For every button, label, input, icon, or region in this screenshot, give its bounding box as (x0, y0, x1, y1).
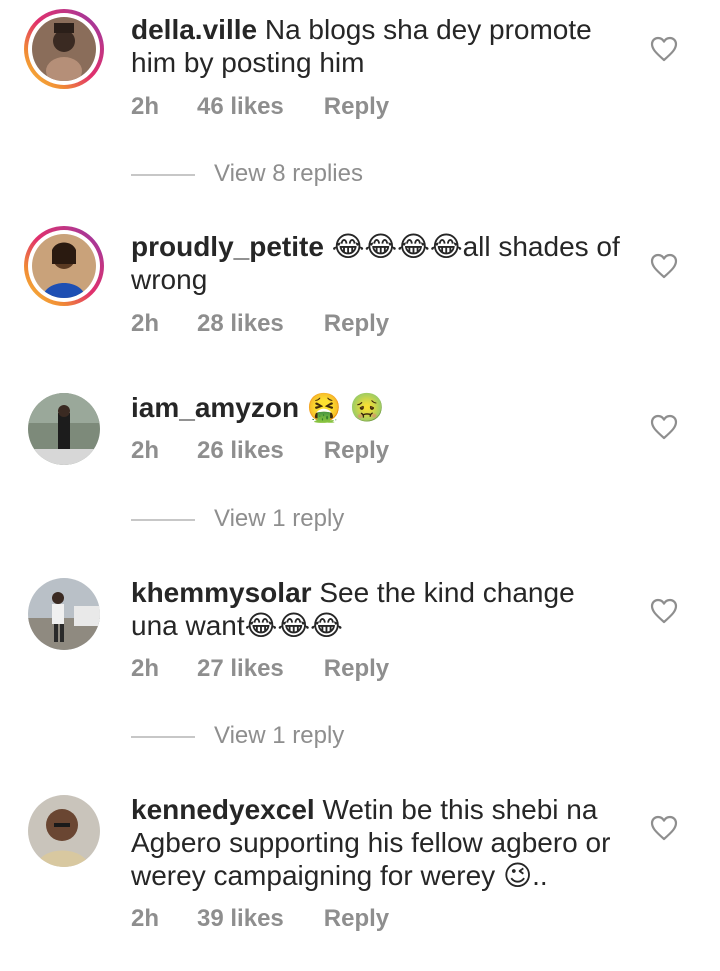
replies-divider (131, 174, 195, 176)
comment-time: 2h (131, 437, 160, 464)
replies-divider (131, 519, 195, 521)
comment-username[interactable]: kennedyexcel (131, 794, 315, 825)
heart-outline-icon[interactable] (650, 815, 678, 841)
comment-meta: 2h 27 likes Reply (131, 655, 389, 683)
view-replies-label: View 1 reply (214, 722, 345, 749)
reply-button[interactable]: Reply (324, 905, 389, 933)
reply-button[interactable]: Reply (324, 655, 389, 683)
comment-likes[interactable]: 28 likes (197, 310, 284, 338)
heart-outline-icon[interactable] (650, 598, 678, 624)
comment-time: 2h (131, 905, 160, 932)
comment-meta: 2h 28 likes Reply (131, 310, 389, 338)
reply-button[interactable]: Reply (324, 437, 389, 465)
heart-outline-icon[interactable] (650, 414, 678, 440)
comment-text: khemmysolar See the kind change una want… (131, 576, 621, 642)
avatar[interactable] (24, 226, 104, 306)
view-replies-label: View 1 reply (214, 505, 345, 532)
comment-username[interactable]: iam_amyzon (131, 392, 299, 423)
comment-text: proudly_petite 😂😂😂😂all shades of wrong (131, 230, 621, 296)
comment-likes[interactable]: 46 likes (197, 93, 284, 121)
comment-text: iam_amyzon 🤮 🤢 (131, 391, 621, 424)
avatar[interactable] (24, 9, 104, 89)
heart-outline-icon[interactable] (650, 36, 678, 62)
reply-button[interactable]: Reply (324, 310, 389, 338)
comment-likes[interactable]: 27 likes (197, 655, 284, 683)
comment-meta: 2h 26 likes Reply (131, 437, 389, 465)
heart-outline-icon[interactable] (650, 253, 678, 279)
comment-username[interactable]: khemmysolar (131, 577, 312, 608)
view-replies-label: View 8 replies (214, 160, 363, 187)
avatar[interactable] (24, 791, 104, 871)
comment-body: 🤮 🤢 (306, 392, 385, 423)
comment-meta: 2h 39 likes Reply (131, 905, 389, 933)
comment-likes[interactable]: 39 likes (197, 905, 284, 933)
comment-time: 2h (131, 310, 160, 337)
comment-username[interactable]: della.ville (131, 14, 257, 45)
comment-username[interactable]: proudly_petite (131, 231, 324, 262)
comment-text: kennedyexcel Wetin be this shebi na Agbe… (131, 793, 621, 892)
comment-time: 2h (131, 93, 160, 120)
comment-time: 2h (131, 655, 160, 682)
avatar[interactable] (24, 574, 104, 654)
avatar[interactable] (24, 389, 104, 469)
comment-likes[interactable]: 26 likes (197, 437, 284, 465)
comment-meta: 2h 46 likes Reply (131, 93, 389, 121)
replies-divider (131, 736, 195, 738)
comment-text: della.ville Na blogs sha dey promote him… (131, 13, 621, 79)
reply-button[interactable]: Reply (324, 93, 389, 121)
